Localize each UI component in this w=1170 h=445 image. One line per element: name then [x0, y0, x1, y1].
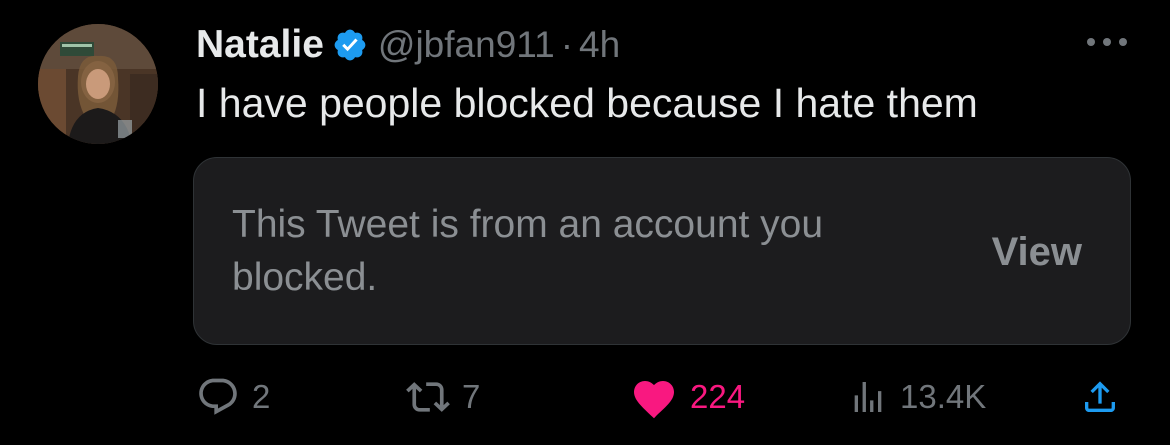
tweet-header: Natalie @jbfan911 · 4h: [196, 20, 620, 70]
view-button[interactable]: View: [992, 230, 1082, 275]
reply-button[interactable]: 2: [196, 372, 270, 422]
retweet-icon: [406, 382, 450, 412]
heart-icon: [634, 381, 674, 419]
like-button[interactable]: 224: [630, 372, 745, 422]
reply-icon: [199, 378, 237, 415]
verified-badge-icon: [332, 27, 368, 63]
tweet[interactable]: Natalie @jbfan911 · 4h I have people blo…: [0, 0, 1170, 445]
blocked-quote-card: This Tweet is from an account you blocke…: [193, 157, 1131, 345]
like-count: 224: [690, 378, 746, 415]
tweet-timestamp[interactable]: 4h: [579, 24, 620, 66]
header-separator: ·: [560, 24, 574, 65]
avatar-image: [38, 24, 158, 144]
blocked-message: This Tweet is from an account you blocke…: [232, 203, 824, 299]
retweet-button[interactable]: 7: [406, 372, 480, 422]
retweet-count: 7: [462, 378, 481, 415]
view-count: 13.4K: [900, 378, 987, 415]
display-name[interactable]: Natalie: [196, 23, 324, 67]
views-button[interactable]: 13.4K: [848, 372, 986, 422]
user-handle[interactable]: @jbfan911: [378, 24, 555, 66]
share-icon: [1085, 381, 1115, 412]
more-icon[interactable]: [1084, 32, 1130, 52]
tweet-text: I have people blocked because I hate the…: [196, 80, 978, 126]
avatar[interactable]: [38, 24, 158, 144]
views-icon: [854, 382, 882, 412]
reply-count: 2: [252, 378, 271, 415]
action-bar: 2 7 224 13.4K: [0, 372, 1170, 422]
share-button[interactable]: [1080, 372, 1120, 422]
